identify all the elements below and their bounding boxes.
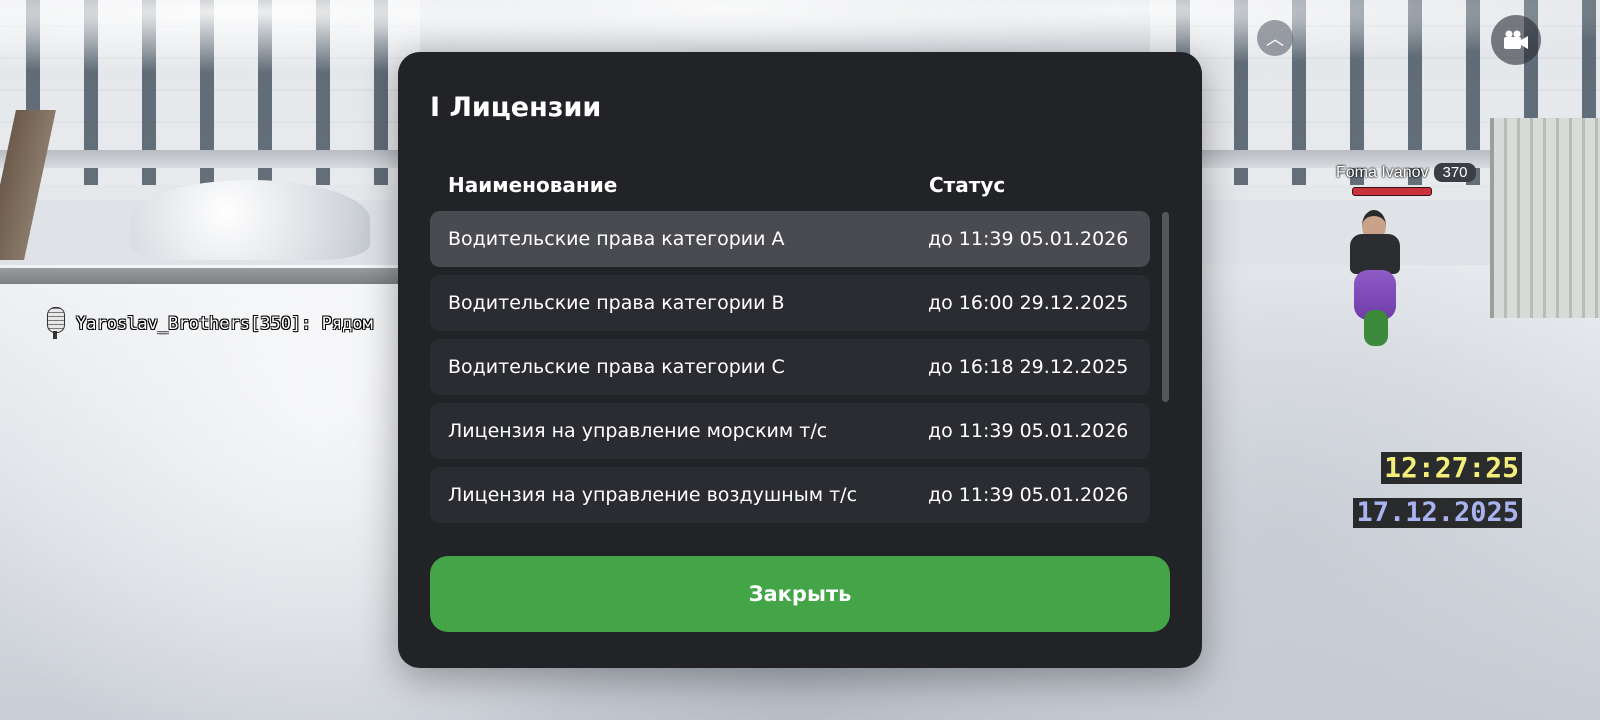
license-name: Лицензия на управление морским т/с <box>448 420 828 442</box>
license-row[interactable]: Водительские права категории C до 16:18 … <box>430 339 1150 395</box>
column-header-status: Статус <box>929 173 1006 197</box>
licenses-list: Водительские права категории A до 11:39 … <box>430 211 1150 531</box>
license-status: до 16:00 29.12.2025 <box>928 292 1129 314</box>
dialog-title: I Лицензии <box>430 92 602 123</box>
voice-chat-text: Yaroslav_Brothers[350]: Рядом <box>76 314 373 334</box>
voice-chat-indicator: Yaroslav_Brothers[350]: Рядом <box>44 307 373 341</box>
microphone-icon <box>44 307 66 341</box>
license-row[interactable]: Лицензия на управление воздушным т/с до … <box>430 467 1150 523</box>
column-header-name: Наименование <box>448 173 618 197</box>
licenses-dialog: I Лицензии Наименование Статус Водительс… <box>398 52 1202 668</box>
camera-button[interactable] <box>1491 15 1541 65</box>
collapse-button[interactable]: ︿ <box>1257 20 1293 56</box>
list-scrollbar[interactable] <box>1162 212 1169 402</box>
player-name: Foma Ivanov <box>1336 163 1429 181</box>
player-character-on-scooter <box>1340 210 1410 350</box>
license-row[interactable]: Лицензия на управление морским т/с до 11… <box>430 403 1150 459</box>
license-row[interactable]: Водительские права категории A до 11:39 … <box>430 211 1150 267</box>
license-status: до 16:18 29.12.2025 <box>928 356 1129 378</box>
player-health-bar <box>1352 187 1432 196</box>
game-clock: 12:27:25 <box>1381 452 1522 484</box>
license-name: Водительские права категории A <box>448 228 785 250</box>
license-status: до 11:39 05.01.2026 <box>928 484 1129 506</box>
snow-bush <box>130 180 370 260</box>
license-name: Водительские права категории B <box>448 292 785 314</box>
license-row[interactable]: Водительские права категории B до 16:00 … <box>430 275 1150 331</box>
camera-icon <box>1504 30 1528 49</box>
game-date: 17.12.2025 <box>1353 498 1522 528</box>
license-status: до 11:39 05.01.2026 <box>928 228 1129 250</box>
license-name: Водительские права категории C <box>448 356 785 378</box>
player-nametag: Foma Ivanov 370 <box>1336 163 1476 182</box>
curb <box>0 268 400 284</box>
license-status: до 11:39 05.01.2026 <box>928 420 1129 442</box>
fence <box>1490 118 1600 318</box>
license-name: Лицензия на управление воздушным т/с <box>448 484 858 506</box>
player-id-badge: 370 <box>1434 163 1476 182</box>
close-button[interactable]: Закрыть <box>430 556 1170 632</box>
chevron-up-icon: ︿ <box>1266 29 1284 50</box>
